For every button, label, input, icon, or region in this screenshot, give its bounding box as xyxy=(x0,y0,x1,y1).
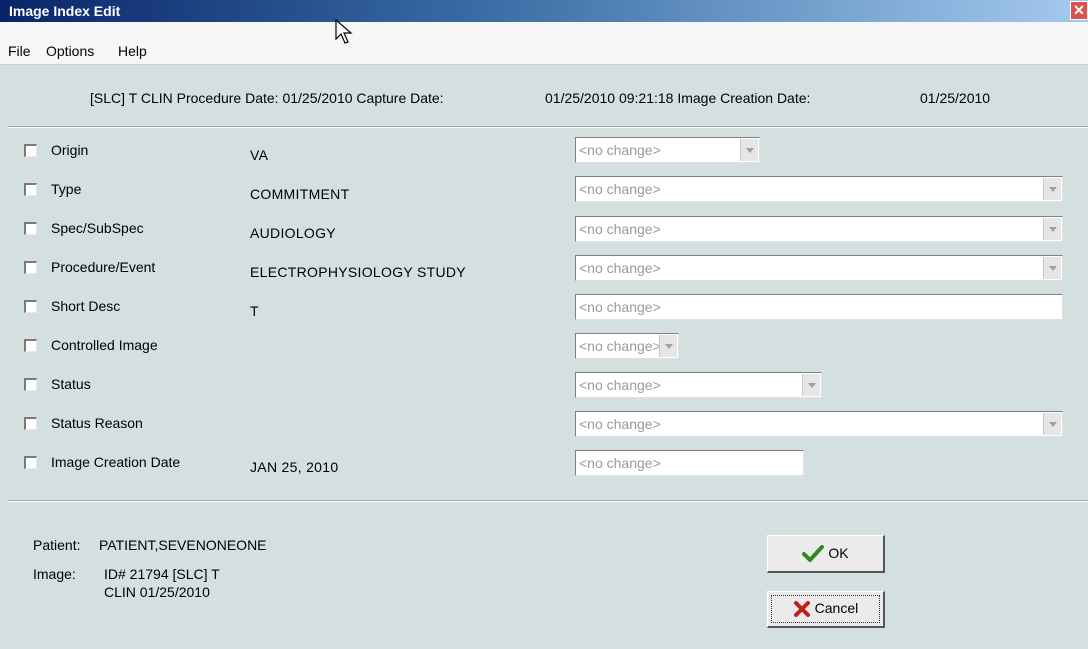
creation-date-label: Image Creation Date xyxy=(51,454,181,470)
image-id-line2: CLIN 01/25/2010 xyxy=(104,584,210,600)
procedure-value: ELECTROPHYSIOLOGY STUDY xyxy=(250,264,466,280)
chevron-down-icon[interactable] xyxy=(1043,178,1061,200)
status-reason-combo[interactable]: <no change> xyxy=(575,411,1063,437)
spec-value: AUDIOLOGY xyxy=(250,225,336,241)
procedure-label: Procedure/Event xyxy=(51,259,156,275)
menu-file[interactable]: File xyxy=(8,43,31,59)
type-combo[interactable]: <no change> xyxy=(575,176,1063,202)
controlled-image-combo-text: <no change> xyxy=(579,338,661,354)
controlled-image-checkbox[interactable] xyxy=(24,339,37,352)
header-creation-date: 01/25/2010 xyxy=(920,90,991,106)
origin-value: VA xyxy=(250,147,269,163)
chevron-down-icon[interactable] xyxy=(659,335,677,357)
procedure-checkbox[interactable] xyxy=(24,261,37,274)
type-value: COMMITMENT xyxy=(250,186,350,202)
status-combo-text: <no change> xyxy=(579,377,661,393)
origin-label: Origin xyxy=(51,142,89,158)
close-icon[interactable]: ✕ xyxy=(1070,1,1088,20)
cancel-button-label: Cancel xyxy=(814,600,859,616)
status-combo[interactable]: <no change> xyxy=(575,372,822,398)
checkmark-icon xyxy=(802,545,825,563)
chevron-down-icon[interactable] xyxy=(802,374,820,396)
creation-date-input-text: <no change> xyxy=(579,455,661,471)
type-combo-text: <no change> xyxy=(579,181,661,197)
origin-combo-text: <no change> xyxy=(579,142,661,158)
x-icon xyxy=(793,601,810,618)
chevron-down-icon[interactable] xyxy=(1043,218,1061,240)
controlled-image-label: Controlled Image xyxy=(51,337,158,353)
short-desc-label: Short Desc xyxy=(51,298,121,314)
origin-checkbox[interactable] xyxy=(24,144,37,157)
type-checkbox[interactable] xyxy=(24,183,37,196)
header-procedure-info: [SLC] T CLIN Procedure Date: 01/25/2010 … xyxy=(90,90,444,106)
controlled-image-combo[interactable]: <no change> xyxy=(575,333,679,359)
creation-date-input[interactable]: <no change> xyxy=(575,450,804,476)
creation-date-value: JAN 25, 2010 xyxy=(250,459,339,475)
ok-button-label: OK xyxy=(828,545,849,561)
status-reason-combo-text: <no change> xyxy=(579,416,661,432)
status-reason-checkbox[interactable] xyxy=(24,417,37,430)
cancel-button-content: Cancel xyxy=(768,600,883,618)
menu-help[interactable]: Help xyxy=(118,43,147,59)
chevron-down-icon[interactable] xyxy=(1043,413,1061,435)
image-label: Image: xyxy=(33,566,76,582)
short-desc-checkbox[interactable] xyxy=(24,300,37,313)
chevron-down-icon[interactable] xyxy=(1043,257,1061,279)
procedure-combo-text: <no change> xyxy=(579,260,661,276)
status-reason-label: Status Reason xyxy=(51,415,143,431)
patient-value: PATIENT,SEVENONEONE xyxy=(99,537,267,553)
short-desc-value: T xyxy=(250,303,259,319)
chevron-down-icon[interactable] xyxy=(740,139,758,161)
status-label: Status xyxy=(51,376,91,392)
window-title: Image Index Edit xyxy=(9,3,121,19)
separator-bottom xyxy=(8,500,1088,502)
spec-checkbox[interactable] xyxy=(24,222,37,235)
menu-bar: File Options Help xyxy=(0,22,1088,65)
creation-date-checkbox[interactable] xyxy=(24,456,37,469)
spec-combo[interactable]: <no change> xyxy=(575,216,1063,242)
menu-options[interactable]: Options xyxy=(46,43,94,59)
spec-label: Spec/SubSpec xyxy=(51,220,144,236)
cancel-button[interactable]: Cancel xyxy=(767,591,885,628)
mouse-cursor-icon xyxy=(335,19,353,44)
separator-top xyxy=(8,126,1088,128)
patient-label: Patient: xyxy=(33,537,81,553)
ok-button[interactable]: OK xyxy=(767,535,885,573)
ok-button-content: OK xyxy=(768,545,883,563)
origin-combo[interactable]: <no change> xyxy=(575,137,760,163)
short-desc-input-text: <no change> xyxy=(579,299,661,315)
image-id-line1: ID# 21794 [SLC] T xyxy=(104,566,220,582)
short-desc-input[interactable]: <no change> xyxy=(575,294,1063,320)
title-bar: Image Index Edit ✕ xyxy=(0,0,1088,22)
header-capture-info: 01/25/2010 09:21:18 Image Creation Date: xyxy=(545,90,811,106)
status-checkbox[interactable] xyxy=(24,378,37,391)
procedure-combo[interactable]: <no change> xyxy=(575,255,1063,281)
spec-combo-text: <no change> xyxy=(579,221,661,237)
type-label: Type xyxy=(51,181,82,197)
